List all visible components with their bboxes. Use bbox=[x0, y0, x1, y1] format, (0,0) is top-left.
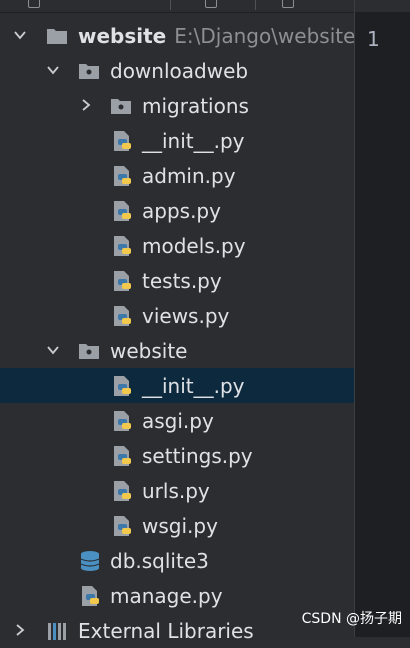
python-file-icon bbox=[112, 375, 134, 397]
file-label: wsgi.py bbox=[142, 514, 218, 538]
tree-node-file[interactable]: models.py bbox=[0, 228, 354, 263]
toolbar-separator bbox=[170, 0, 171, 10]
file-label: tests.py bbox=[142, 269, 222, 293]
tree-node-file[interactable]: apps.py bbox=[0, 193, 354, 228]
tree-node-file[interactable]: tests.py bbox=[0, 263, 354, 298]
chevron-down-icon[interactable] bbox=[45, 342, 61, 358]
options-icon[interactable] bbox=[282, 0, 294, 8]
python-file-icon bbox=[112, 200, 134, 222]
watermark: CSDN @扬子期 bbox=[301, 611, 402, 627]
chevron-down-icon[interactable] bbox=[45, 62, 61, 78]
root-path: E:\Django\website bbox=[174, 24, 356, 48]
tree-node-file[interactable]: db.sqlite3 bbox=[0, 543, 354, 578]
folder-label: migrations bbox=[142, 94, 249, 118]
tree-node-file[interactable]: admin.py bbox=[0, 158, 354, 193]
chevron-down-icon[interactable] bbox=[12, 27, 28, 43]
tree-node-folder[interactable]: migrations bbox=[0, 88, 354, 123]
package-folder-icon bbox=[110, 95, 132, 117]
tree-node-file[interactable]: __init__.py bbox=[0, 123, 354, 158]
python-file-icon bbox=[112, 165, 134, 187]
folder-label: downloadweb bbox=[110, 59, 249, 83]
library-icon bbox=[46, 620, 68, 642]
editor-gutter: 1 bbox=[354, 0, 410, 637]
python-file-icon bbox=[80, 585, 102, 607]
folder-label: External Libraries bbox=[78, 619, 254, 643]
tree-node-file[interactable]: wsgi.py bbox=[0, 508, 354, 543]
tree-node-file[interactable]: urls.py bbox=[0, 473, 354, 508]
folder-label: website bbox=[110, 339, 188, 363]
python-file-icon bbox=[112, 480, 134, 502]
python-file-icon bbox=[112, 445, 134, 467]
tree-node-root[interactable]: website E:\Django\website bbox=[0, 18, 355, 53]
line-number: 1 bbox=[367, 27, 380, 51]
project-view-icon[interactable] bbox=[28, 0, 40, 8]
chevron-right-icon[interactable] bbox=[12, 622, 28, 638]
tree-node-folder[interactable]: downloadweb bbox=[0, 53, 354, 88]
editor-tab[interactable] bbox=[355, 0, 410, 13]
file-label: settings.py bbox=[142, 444, 253, 468]
collapse-all-icon[interactable] bbox=[205, 0, 217, 8]
project-tree: website E:\Django\website downloadweb mig… bbox=[0, 18, 355, 648]
package-folder-icon bbox=[78, 60, 100, 82]
file-label: models.py bbox=[142, 234, 246, 258]
folder-icon bbox=[46, 25, 68, 47]
file-label: db.sqlite3 bbox=[110, 549, 209, 573]
toolbar-separator bbox=[255, 0, 256, 10]
file-label: asgi.py bbox=[142, 409, 214, 433]
file-label: urls.py bbox=[142, 479, 210, 503]
package-folder-icon bbox=[78, 340, 100, 362]
root-label: website E:\Django\website bbox=[78, 24, 355, 48]
file-label: admin.py bbox=[142, 164, 236, 188]
file-label: __init__.py bbox=[142, 129, 245, 153]
file-label: __init__.py bbox=[142, 374, 245, 398]
python-file-icon bbox=[112, 410, 134, 432]
tree-node-file[interactable]: settings.py bbox=[0, 438, 354, 473]
python-file-icon bbox=[112, 270, 134, 292]
tree-node-folder[interactable]: website bbox=[0, 333, 354, 368]
database-icon bbox=[79, 550, 101, 572]
tree-node-file[interactable]: asgi.py bbox=[0, 403, 354, 438]
python-file-icon bbox=[112, 305, 134, 327]
file-label: apps.py bbox=[142, 199, 221, 223]
file-label: manage.py bbox=[110, 584, 223, 608]
python-file-icon bbox=[112, 515, 134, 537]
file-label: views.py bbox=[142, 304, 230, 328]
python-file-icon bbox=[112, 130, 134, 152]
root-name: website bbox=[78, 24, 167, 48]
python-file-icon bbox=[112, 235, 134, 257]
tree-node-file-selected[interactable]: __init__.py bbox=[0, 368, 354, 403]
chevron-right-icon[interactable] bbox=[78, 97, 94, 113]
tree-node-file[interactable]: views.py bbox=[0, 298, 354, 333]
project-toolbar bbox=[0, 0, 354, 13]
